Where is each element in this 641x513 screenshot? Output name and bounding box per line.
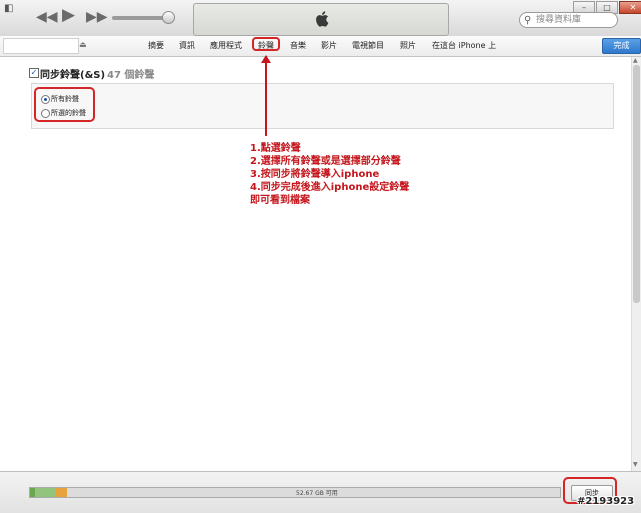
vertical-scrollbar[interactable]: ▲ ▼: [631, 57, 641, 471]
next-track-icon[interactable]: ▶▶: [86, 9, 108, 25]
search-input[interactable]: ⚲ 搜尋資料庫: [519, 12, 618, 28]
close-button[interactable]: ✕: [619, 1, 641, 14]
play-icon[interactable]: ▶: [62, 7, 75, 24]
instruction-step-1: 1.點選鈴聲: [250, 143, 301, 154]
status-display: [193, 3, 449, 36]
instruction-step-2: 2.選擇所有鈴聲或是選擇部分鈴聲: [250, 156, 401, 167]
sync-ringtones-checkbox[interactable]: ✓: [29, 68, 39, 78]
ringtone-count: 47 個鈴聲: [107, 70, 155, 81]
device-name-box[interactable]: [3, 38, 79, 54]
apple-logo-icon: [316, 11, 329, 27]
instruction-annotation: 1.點選鈴聲 2.選擇所有鈴聲或是選擇部分鈴聲 3.按同步將鈴聲導入iphone…: [250, 142, 409, 207]
search-icon: ⚲: [524, 15, 532, 26]
previous-track-icon[interactable]: ◀◀: [36, 9, 58, 25]
tab-on-this-iphone[interactable]: 在這台 iPhone 上: [432, 41, 496, 51]
sync-ringtones-label[interactable]: 同步鈴聲(&S): [40, 66, 105, 81]
capacity-segment-other: [56, 488, 67, 497]
scroll-down-icon[interactable]: ▼: [633, 461, 638, 468]
tab-summary[interactable]: 摘要: [148, 41, 164, 51]
scroll-up-icon[interactable]: ▲: [633, 57, 638, 64]
tab-movies[interactable]: 影片: [321, 41, 337, 51]
tab-tv-shows[interactable]: 電視節目: [352, 41, 384, 51]
app-menu-icon[interactable]: ◧: [4, 3, 16, 15]
tab-apps[interactable]: 應用程式: [210, 41, 242, 51]
annotation-arrow-head: [261, 55, 271, 63]
instruction-step-3: 3.按同步將鈴聲導入iphone: [250, 169, 380, 180]
capacity-free-label: 52.67 GB 可用: [296, 490, 338, 497]
search-placeholder: 搜尋資料庫: [536, 15, 582, 25]
volume-knob[interactable]: [162, 11, 175, 24]
options-highlight: [34, 87, 95, 122]
scroll-thumb[interactable]: [633, 65, 640, 303]
title-bar: ◧ ◀◀ ▶ ▶▶ – □ ✕ ⚲ 搜尋資料庫: [0, 0, 641, 37]
tab-ringtones-highlight: [252, 37, 280, 51]
volume-slider[interactable]: [112, 16, 168, 20]
annotation-arrow: [265, 56, 267, 136]
capacity-segment-apps: [35, 488, 56, 497]
capacity-bar: [29, 487, 561, 498]
device-nav-bar: ⏏ 摘要 資訊 應用程式 鈴聲 音樂 影片 電視節目 照片 在這台 iPhone…: [0, 36, 641, 57]
tab-music[interactable]: 音樂: [290, 41, 306, 51]
instruction-step-5: 即可看到檔案: [250, 195, 310, 206]
instruction-step-4: 4.同步完成後進入iphone設定鈴聲: [250, 182, 410, 193]
eject-icon[interactable]: ⏏: [79, 40, 87, 49]
watermark-text: #2193923: [577, 496, 635, 507]
ringtone-options-panel: [31, 83, 614, 129]
tab-photos[interactable]: 照片: [400, 41, 416, 51]
done-button[interactable]: 完成: [602, 38, 641, 54]
tab-info[interactable]: 資訊: [179, 41, 195, 51]
